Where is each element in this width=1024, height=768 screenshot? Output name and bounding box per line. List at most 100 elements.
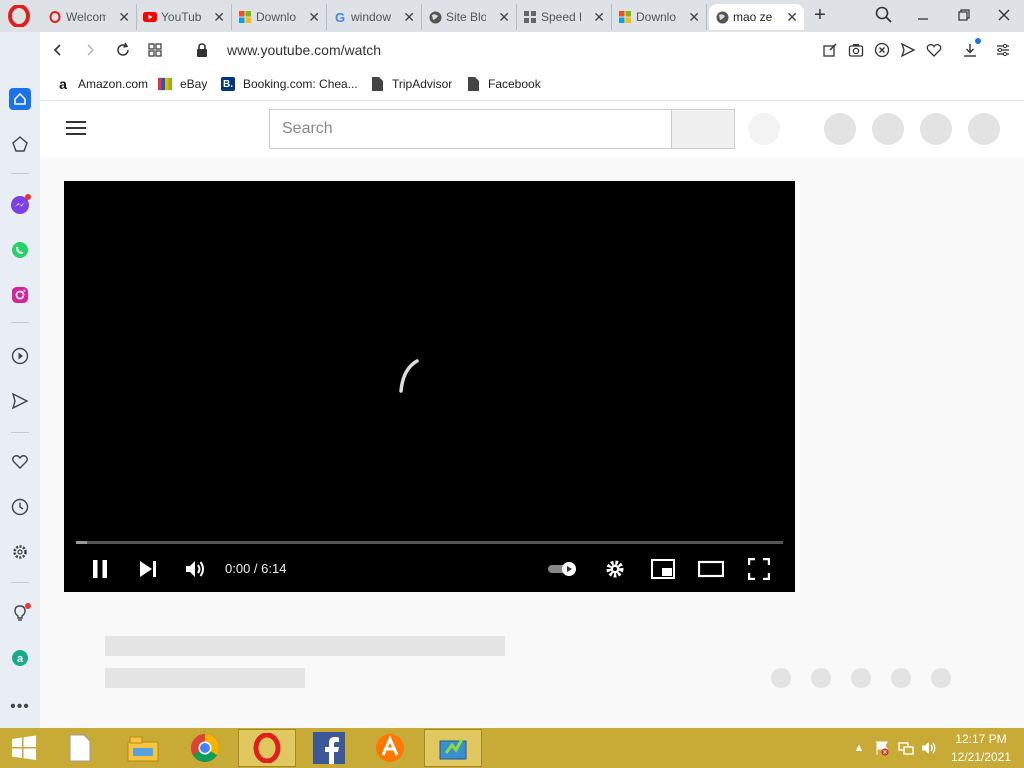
instagram-icon[interactable] — [9, 284, 31, 306]
tab-active-video[interactable]: mao ze ✕ — [709, 4, 804, 30]
minimize-icon — [918, 18, 928, 20]
volume-button[interactable] — [182, 556, 208, 582]
address-bar: www.youtube.com/watch — [40, 32, 1024, 68]
tabs-overview-button[interactable] — [145, 40, 165, 60]
snapshot-edit-icon[interactable] — [821, 41, 839, 59]
restore-button[interactable] — [947, 3, 981, 27]
clock-date[interactable]: 12/21/2021 — [944, 750, 1018, 764]
opera-menu-icon[interactable] — [8, 5, 30, 27]
action-placeholder — [811, 668, 831, 688]
start-button[interactable] — [2, 729, 46, 767]
tab-site-blocker[interactable]: Site Blo ✕ — [422, 4, 517, 30]
send-icon[interactable] — [9, 390, 31, 412]
search-input[interactable]: Search — [269, 109, 671, 149]
forward-button[interactable] — [80, 40, 100, 60]
home-icon[interactable] — [9, 88, 31, 110]
progress-bar[interactable] — [76, 541, 783, 544]
tab-title: Downlo — [256, 10, 296, 24]
header-icon-placeholder[interactable] — [872, 113, 904, 145]
whatsapp-icon[interactable] — [9, 239, 31, 261]
bookmark-facebook[interactable]: Facebook — [466, 75, 541, 93]
action-placeholder — [891, 668, 911, 688]
more-icon[interactable]: ••• — [9, 696, 31, 718]
network-monitor-icon — [439, 738, 467, 760]
history-icon[interactable] — [9, 496, 31, 518]
tab-title: Site Blo — [446, 10, 486, 24]
url-field[interactable]: www.youtube.com/watch — [227, 42, 381, 58]
close-tab-icon[interactable]: ✕ — [403, 9, 415, 26]
close-tab-icon[interactable]: ✕ — [308, 9, 320, 26]
facebook-icon[interactable] — [307, 729, 351, 767]
bookmark-amazon[interactable]: a Amazon.com — [56, 75, 148, 93]
close-tab-icon[interactable]: ✕ — [118, 9, 130, 26]
opera-icon — [253, 733, 281, 763]
tab-title: mao ze — [733, 10, 773, 24]
tab-youtube[interactable]: YouTub ✕ — [137, 4, 232, 30]
volume-icon — [186, 561, 204, 577]
close-tab-icon[interactable]: ✕ — [498, 9, 510, 26]
tab-download-2[interactable]: Downlo ✕ — [612, 4, 707, 30]
header-icon-placeholder[interactable] — [920, 113, 952, 145]
opera-taskbar-button[interactable] — [238, 729, 296, 767]
network-tray-icon[interactable] — [898, 740, 914, 756]
tab-download-1[interactable]: Downlo ✕ — [232, 4, 327, 30]
theater-mode-icon — [698, 560, 724, 578]
autoplay-toggle[interactable] — [547, 556, 579, 582]
tab-title: YouTub — [161, 10, 201, 24]
close-tab-icon[interactable]: ✕ — [786, 9, 798, 26]
tab-speed-dial[interactable]: Speed D ✕ — [517, 4, 612, 30]
settings-button[interactable] — [602, 556, 628, 582]
avatar-placeholder[interactable] — [968, 113, 1000, 145]
video-player[interactable]: 0:00 / 6:14 — [64, 181, 795, 592]
new-tab-button[interactable]: + — [810, 5, 830, 25]
action-placeholder — [771, 668, 791, 688]
player-icon[interactable] — [9, 345, 31, 367]
adblock-icon[interactable] — [873, 41, 891, 59]
theater-mode-button[interactable] — [698, 556, 724, 582]
close-tab-icon[interactable]: ✕ — [213, 9, 225, 26]
bookmark-label: Facebook — [488, 77, 541, 91]
header-icon-placeholder[interactable] — [824, 113, 856, 145]
heart-icon[interactable] — [9, 451, 31, 473]
back-button[interactable] — [48, 40, 68, 60]
easy-setup-icon[interactable] — [994, 41, 1012, 59]
settings-icon[interactable] — [9, 541, 31, 563]
close-tab-icon[interactable]: ✕ — [593, 9, 605, 26]
windows-taskbar: ▲ 12:17 PM 12/21/2021 — [0, 728, 1024, 768]
pause-button[interactable] — [87, 556, 113, 582]
close-window-button[interactable] — [987, 3, 1021, 27]
reload-icon — [117, 42, 129, 56]
bookmark-tripadvisor[interactable]: TripAdvisor — [370, 75, 452, 93]
miniplayer-button[interactable] — [650, 556, 676, 582]
lock-icon[interactable] — [192, 40, 212, 60]
bookmark-heart-icon[interactable] — [925, 41, 943, 59]
close-tab-icon[interactable]: ✕ — [688, 9, 700, 26]
camera-icon[interactable] — [847, 41, 865, 59]
minimize-button[interactable] — [906, 3, 940, 27]
voice-search-placeholder[interactable] — [748, 113, 780, 145]
action-center-flag-icon[interactable] — [874, 740, 890, 756]
aria-icon[interactable]: a — [9, 647, 31, 669]
tab-welcome[interactable]: Welcom ✕ — [42, 4, 137, 30]
speed-dial-icon[interactable] — [9, 133, 31, 155]
avast-icon[interactable] — [368, 729, 412, 767]
file-icon[interactable] — [58, 729, 102, 767]
menu-icon[interactable] — [66, 120, 86, 136]
send-icon[interactable] — [899, 41, 917, 59]
youtube-page: Search 0:00 / 6:14 — [40, 101, 1024, 728]
volume-tray-icon[interactable] — [921, 740, 937, 756]
clock-time[interactable]: 12:17 PM — [944, 732, 1018, 746]
search-button[interactable] — [671, 109, 735, 149]
next-button[interactable] — [135, 556, 161, 582]
reload-button[interactable] — [113, 40, 133, 60]
tab-google[interactable]: G window ✕ — [327, 4, 422, 30]
show-hidden-icons[interactable]: ▲ — [851, 740, 867, 756]
tab-search-icon[interactable] — [874, 5, 894, 25]
bookmark-label: TripAdvisor — [392, 77, 453, 91]
network-monitor-button[interactable] — [424, 729, 482, 767]
file-explorer-icon[interactable] — [121, 729, 165, 767]
fullscreen-button[interactable] — [746, 556, 772, 582]
chrome-icon[interactable] — [183, 729, 227, 767]
bookmark-ebay[interactable]: eBay — [158, 75, 207, 93]
bookmark-booking[interactable]: B. Booking.com: Chea... — [221, 75, 358, 93]
